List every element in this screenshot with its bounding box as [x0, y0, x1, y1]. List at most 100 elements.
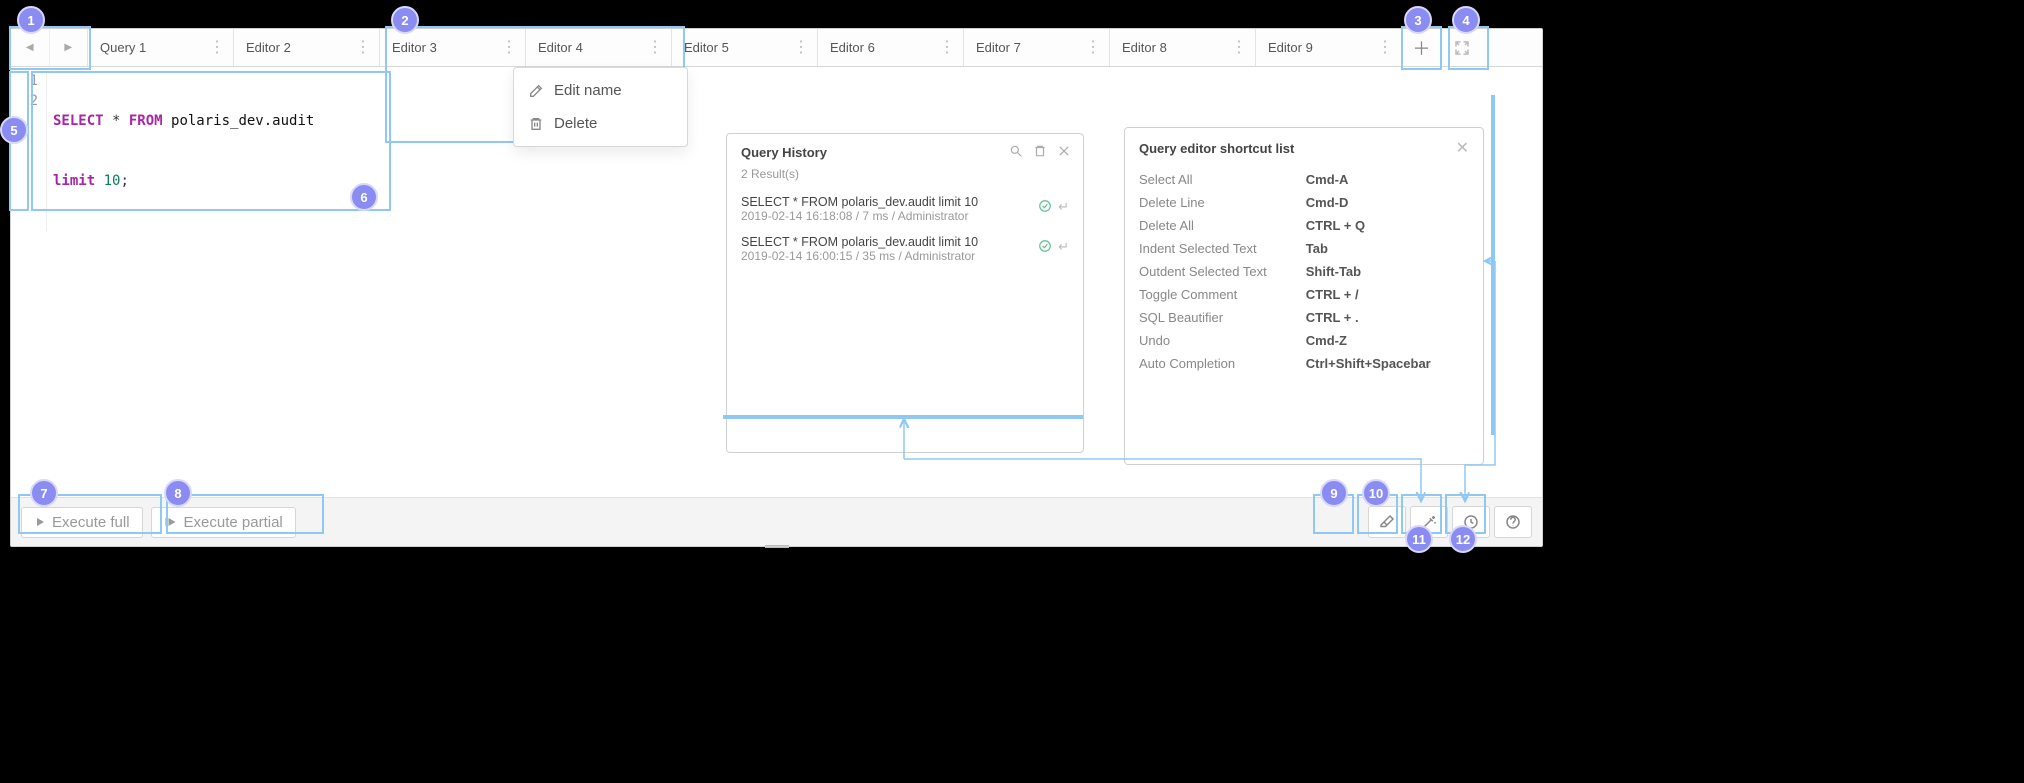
tab-label: Editor 2 — [246, 40, 291, 55]
annotation-9: 9 — [1320, 479, 1348, 507]
annotation-4: 4 — [1452, 6, 1480, 34]
tab-more-icon[interactable]: ⋮ — [1083, 40, 1103, 56]
tab-context-menu: Edit name Delete — [513, 67, 688, 147]
tab-more-icon[interactable]: ⋮ — [1375, 40, 1395, 56]
clear-button[interactable] — [1368, 506, 1406, 538]
history-row[interactable]: SELECT * FROM polaris_dev.audit limit 10… — [727, 189, 1083, 229]
panel-title: Query editor shortcut list — [1139, 141, 1294, 156]
annotation-8: 8 — [164, 479, 192, 507]
shortcut-row: Outdent Selected TextShift-Tab — [1139, 260, 1469, 283]
add-tab-button[interactable]: ＋ — [1402, 29, 1442, 66]
tab-more-icon[interactable]: ⋮ — [207, 40, 227, 56]
button-label: Execute full — [52, 514, 130, 531]
play-partial-icon — [164, 516, 178, 528]
history-row[interactable]: SELECT * FROM polaris_dev.audit limit 10… — [727, 229, 1083, 269]
edit-icon — [528, 83, 544, 99]
gutter: 1 2 — [11, 71, 47, 231]
history-count: 2 Result(s) — [727, 167, 1083, 189]
close-icon[interactable]: ✕ — [1456, 138, 1469, 158]
tab-bar: ◀ ▶ Query 1 ⋮ Editor 2 ⋮ Editor 3 ⋮ Edit… — [11, 29, 1542, 67]
tab-label: Editor 4 — [538, 40, 583, 55]
trash-icon[interactable] — [1033, 144, 1047, 161]
execute-partial-button[interactable]: Execute partial — [151, 507, 296, 538]
button-label: Execute partial — [184, 514, 283, 531]
history-meta: 2019-02-14 16:00:15 / 35 ms / Administra… — [741, 249, 1069, 263]
annotation-11: 11 — [1405, 525, 1433, 553]
tab-editor-4[interactable]: Editor 4 ⋮ — [526, 29, 672, 66]
tabs-scroll-left[interactable]: ◀ — [11, 29, 49, 66]
tab-label: Query 1 — [100, 40, 146, 55]
tab-label: Editor 8 — [1122, 40, 1167, 55]
eraser-icon — [1378, 513, 1396, 531]
tab-editor-8[interactable]: Editor 8 ⋮ — [1110, 29, 1256, 66]
success-icon — [1038, 239, 1052, 253]
tab-editor-5[interactable]: Editor 5 ⋮ — [672, 29, 818, 66]
tab-more-icon[interactable]: ⋮ — [353, 40, 373, 56]
tab-label: Editor 6 — [830, 40, 875, 55]
shortcut-row: Indent Selected TextTab — [1139, 237, 1469, 260]
shortcut-table: Select AllCmd-A Delete LineCmd-D Delete … — [1139, 168, 1469, 375]
search-icon[interactable] — [1009, 144, 1023, 161]
tab-scroller: ◀ ▶ — [11, 29, 88, 66]
code-lines: SELECT * FROM polaris_dev.audit limit 10… — [47, 71, 314, 231]
ctx-label: Edit name — [554, 82, 622, 99]
annotation-1: 1 — [17, 6, 45, 34]
tab-editor-2[interactable]: Editor 2 ⋮ — [234, 29, 380, 66]
code-editor[interactable]: 1 2 SELECT * FROM polaris_dev.audit limi… — [11, 67, 1542, 497]
shortcut-row: Delete AllCTRL + Q — [1139, 214, 1469, 237]
annotation-3: 3 — [1404, 6, 1432, 34]
tab-editor-6[interactable]: Editor 6 ⋮ — [818, 29, 964, 66]
help-button[interactable] — [1494, 506, 1532, 538]
shortcut-panel: Query editor shortcut list ✕ Select AllC… — [1124, 127, 1484, 465]
history-query: SELECT * FROM polaris_dev.audit limit 10 — [741, 235, 1069, 249]
annotation-10: 10 — [1362, 479, 1390, 507]
bottom-toolbar: Execute full Execute partial — [11, 497, 1542, 546]
tab-editor-7[interactable]: Editor 7 ⋮ — [964, 29, 1110, 66]
rerun-icon[interactable]: ↵ — [1058, 239, 1069, 255]
annotation-12: 12 — [1449, 525, 1477, 553]
tab-query-1[interactable]: Query 1 ⋮ — [88, 29, 234, 66]
ctx-delete[interactable]: Delete — [514, 107, 687, 140]
panel-title: Query History — [741, 145, 827, 160]
shortcut-row: Auto CompletionCtrl+Shift+Spacebar — [1139, 352, 1469, 375]
query-history-panel: Query History 2 Result(s) SELECT * FROM … — [726, 133, 1084, 453]
help-icon — [1504, 513, 1522, 531]
maximize-button[interactable] — [1442, 29, 1482, 66]
close-icon[interactable] — [1057, 144, 1071, 161]
line-number: 1 — [11, 71, 38, 91]
tab-label: Editor 7 — [976, 40, 1021, 55]
tab-editor-9[interactable]: Editor 9 ⋮ — [1256, 29, 1402, 66]
maximize-icon — [1453, 39, 1471, 57]
play-icon — [34, 516, 46, 528]
tab-label: Editor 3 — [392, 40, 437, 55]
sql-editor-app: ◀ ▶ Query 1 ⋮ Editor 2 ⋮ Editor 3 ⋮ Edit… — [10, 28, 1543, 547]
shortcut-row: Toggle CommentCTRL + / — [1139, 283, 1469, 306]
tab-more-icon[interactable]: ⋮ — [499, 40, 519, 56]
shortcut-row: Select AllCmd-A — [1139, 168, 1469, 191]
history-query: SELECT * FROM polaris_dev.audit limit 10 — [741, 195, 1069, 209]
annotation-2: 2 — [391, 6, 419, 34]
success-icon — [1038, 199, 1052, 213]
tab-more-icon[interactable]: ⋮ — [645, 40, 665, 56]
tabs-scroll-right[interactable]: ▶ — [49, 29, 88, 66]
tab-editor-3[interactable]: Editor 3 ⋮ — [380, 29, 526, 66]
shortcut-row: UndoCmd-Z — [1139, 329, 1469, 352]
shortcut-row: SQL BeautifierCTRL + . — [1139, 306, 1469, 329]
execute-full-button[interactable]: Execute full — [21, 507, 143, 538]
tab-label: Editor 5 — [684, 40, 729, 55]
shortcut-row: Delete LineCmd-D — [1139, 191, 1469, 214]
ctx-edit-name[interactable]: Edit name — [514, 74, 687, 107]
annotation-7: 7 — [30, 479, 58, 507]
resize-handle[interactable] — [765, 544, 789, 548]
trash-icon — [528, 116, 544, 132]
annotation-5: 5 — [0, 116, 28, 144]
rerun-icon[interactable]: ↵ — [1058, 199, 1069, 215]
tab-label: Editor 9 — [1268, 40, 1313, 55]
line-number: 2 — [11, 91, 38, 111]
history-meta: 2019-02-14 16:18:08 / 7 ms / Administrat… — [741, 209, 1069, 223]
tab-more-icon[interactable]: ⋮ — [937, 40, 957, 56]
ctx-label: Delete — [554, 115, 597, 132]
tab-more-icon[interactable]: ⋮ — [1229, 40, 1249, 56]
tab-more-icon[interactable]: ⋮ — [791, 40, 811, 56]
annotation-6: 6 — [350, 183, 378, 211]
